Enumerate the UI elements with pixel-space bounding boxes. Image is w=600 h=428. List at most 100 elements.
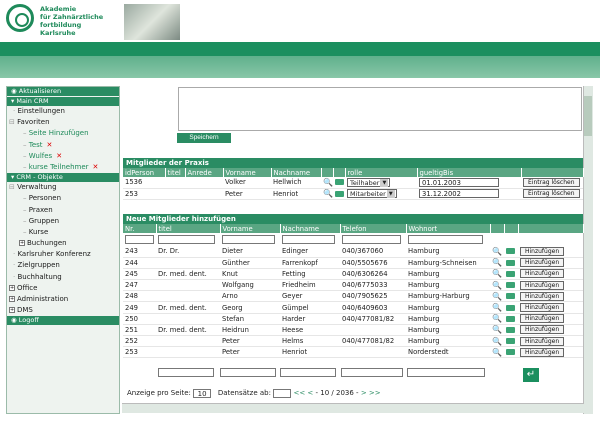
- sidebar-item-praxen[interactable]: – Praxen: [7, 205, 119, 216]
- sidebar-item-gruppen[interactable]: – Gruppen: [7, 216, 119, 227]
- cell-vorname: Peter: [220, 346, 280, 359]
- cell-titel: [156, 257, 220, 269]
- add-member-button[interactable]: Hinzufügen: [520, 325, 565, 335]
- add-member-button[interactable]: Hinzufügen: [520, 336, 565, 346]
- records-from-input[interactable]: [273, 388, 292, 398]
- vertical-scrollbar-thumb[interactable]: [584, 96, 592, 136]
- prev-page-link[interactable]: <: [307, 389, 313, 397]
- filter-nr-input[interactable]: [125, 235, 154, 244]
- add-member-button[interactable]: Hinzufügen: [520, 347, 565, 357]
- search-icon[interactable]: 🔍: [492, 325, 502, 334]
- expand-icon[interactable]: +: [19, 240, 25, 247]
- filter-nachname-input[interactable]: [282, 235, 336, 244]
- sidebar-item-einstellungen[interactable]: · Einstellungen: [7, 106, 119, 117]
- add-member-button[interactable]: Hinzufügen: [520, 291, 565, 301]
- add-member-button[interactable]: Hinzufügen: [520, 314, 565, 324]
- folder-icon[interactable]: [506, 338, 515, 345]
- filter-vorname-input[interactable]: [222, 235, 276, 244]
- folder-icon[interactable]: [506, 304, 515, 311]
- sidebar-item-kurse[interactable]: – Kurse: [7, 227, 119, 238]
- search-icon[interactable]: 🔍: [492, 281, 502, 290]
- enter-icon[interactable]: ↵: [523, 368, 539, 382]
- bottom-filter-telefon[interactable]: [341, 368, 403, 377]
- add-member-button[interactable]: Hinzufügen: [520, 303, 565, 313]
- search-icon[interactable]: 🔍: [492, 303, 502, 312]
- filter-titel-input[interactable]: [158, 235, 216, 244]
- bottom-filter-vorname[interactable]: [220, 368, 276, 377]
- cell-wohnort: Hamburg: [406, 313, 490, 325]
- cell-vorname: Wolfgang: [220, 279, 280, 292]
- sidebar-item-administration[interactable]: + Administration: [7, 294, 119, 305]
- footer: [0, 414, 600, 428]
- search-icon[interactable]: 🔍: [323, 178, 333, 187]
- members-table: idPerson titel Anrede Vorname Nachname r…: [123, 168, 584, 200]
- search-icon[interactable]: 🔍: [492, 314, 502, 323]
- sidebar-item-seite-hinzufuegen[interactable]: – Seite Hinzufügen: [7, 128, 119, 139]
- add-member-button[interactable]: Hinzufügen: [520, 280, 565, 290]
- add-member-button[interactable]: Hinzufügen: [520, 258, 565, 268]
- bottom-filter-wohnort[interactable]: [407, 368, 485, 377]
- role-select[interactable]: Teilhaber: [347, 177, 391, 187]
- sidebar-logoff[interactable]: ◉ Logoff: [7, 316, 119, 326]
- expand-icon[interactable]: +: [9, 307, 15, 314]
- search-icon[interactable]: 🔍: [492, 348, 502, 357]
- sidebar-item-favoriten[interactable]: ⊟ Favoriten: [7, 117, 119, 128]
- cell-wohnort: Hamburg: [406, 301, 490, 314]
- folder-icon[interactable]: [506, 282, 515, 289]
- search-icon[interactable]: 🔍: [492, 247, 502, 256]
- folder-icon[interactable]: [335, 179, 344, 186]
- folder-icon[interactable]: [506, 315, 515, 322]
- search-icon[interactable]: 🔍: [492, 337, 502, 346]
- folder-icon[interactable]: [506, 270, 515, 277]
- sidebar-item-karlsruher-konferenz[interactable]: · Karlsruher Konferenz: [7, 249, 119, 260]
- valid-until-input[interactable]: 01.01.2003: [419, 177, 499, 187]
- delete-entry-button[interactable]: Eintrag löschen: [523, 189, 580, 199]
- sidebar-refresh[interactable]: ◉ Aktualisieren: [7, 87, 119, 96]
- sidebar-section-main-crm[interactable]: ▾ Main CRM: [7, 97, 119, 106]
- first-page-link[interactable]: <<: [293, 389, 305, 397]
- sidebar-section-crm-objekte[interactable]: ▾ CRM - Objekte: [7, 173, 119, 183]
- folder-icon[interactable]: [506, 326, 515, 333]
- bottom-filter-nachname[interactable]: [280, 368, 336, 377]
- sidebar-item-buchungen[interactable]: + Buchungen: [7, 238, 119, 249]
- sidebar-item-office[interactable]: + Office: [7, 283, 119, 294]
- sidebar-fav-test[interactable]: – Test ✕: [7, 140, 119, 151]
- sidebar-item-buchhaltung[interactable]: · Buchhaltung: [7, 272, 119, 283]
- remove-icon[interactable]: ✕: [56, 152, 62, 160]
- expand-icon[interactable]: +: [9, 284, 15, 291]
- search-icon[interactable]: 🔍: [492, 269, 502, 278]
- sidebar-fav-wulfes[interactable]: – Wulfes ✕: [7, 151, 119, 162]
- next-page-link[interactable]: >: [361, 389, 367, 397]
- sidebar-item-dms[interactable]: + DMS: [7, 305, 119, 316]
- folder-icon[interactable]: [506, 259, 515, 266]
- filter-telefon-input[interactable]: [342, 235, 401, 244]
- folder-icon[interactable]: [506, 293, 515, 300]
- filter-wohnort-input[interactable]: [408, 235, 484, 244]
- sidebar-item-zielgruppen[interactable]: · Zielgruppen: [7, 260, 119, 271]
- search-icon[interactable]: 🔍: [323, 189, 333, 198]
- folder-icon[interactable]: [506, 349, 515, 356]
- cell-nachname: Heese: [280, 324, 340, 337]
- role-select[interactable]: Mitarbeiter: [347, 189, 397, 199]
- search-icon[interactable]: 🔍: [492, 292, 502, 301]
- folder-icon[interactable]: [506, 248, 515, 255]
- valid-until-input[interactable]: 31.12.2002: [419, 189, 499, 199]
- notes-textarea[interactable]: [178, 87, 582, 131]
- save-button[interactable]: Speichern: [177, 133, 231, 143]
- horizontal-scrollbar[interactable]: [122, 403, 584, 413]
- per-page-input[interactable]: 10: [193, 388, 212, 398]
- sidebar-item-verwaltung[interactable]: ⊟ Verwaltung: [7, 182, 119, 193]
- add-member-button[interactable]: Hinzufügen: [520, 269, 565, 279]
- last-page-link[interactable]: >>: [369, 389, 381, 397]
- sidebar-fav-kurse[interactable]: – kurse Teilnehmer ✕: [7, 162, 119, 173]
- add-member-button[interactable]: Hinzufügen: [520, 246, 565, 256]
- bottom-filter-titel[interactable]: [158, 368, 214, 377]
- delete-entry-button[interactable]: Eintrag löschen: [523, 177, 580, 187]
- remove-icon[interactable]: ✕: [47, 141, 53, 149]
- expand-icon[interactable]: +: [9, 296, 15, 302]
- sidebar-item-personen[interactable]: – Personen: [7, 193, 119, 204]
- folder-icon[interactable]: [335, 190, 344, 197]
- remove-icon[interactable]: ✕: [93, 163, 99, 171]
- search-icon[interactable]: 🔍: [492, 258, 502, 267]
- cell-nachname: Harder: [280, 313, 340, 325]
